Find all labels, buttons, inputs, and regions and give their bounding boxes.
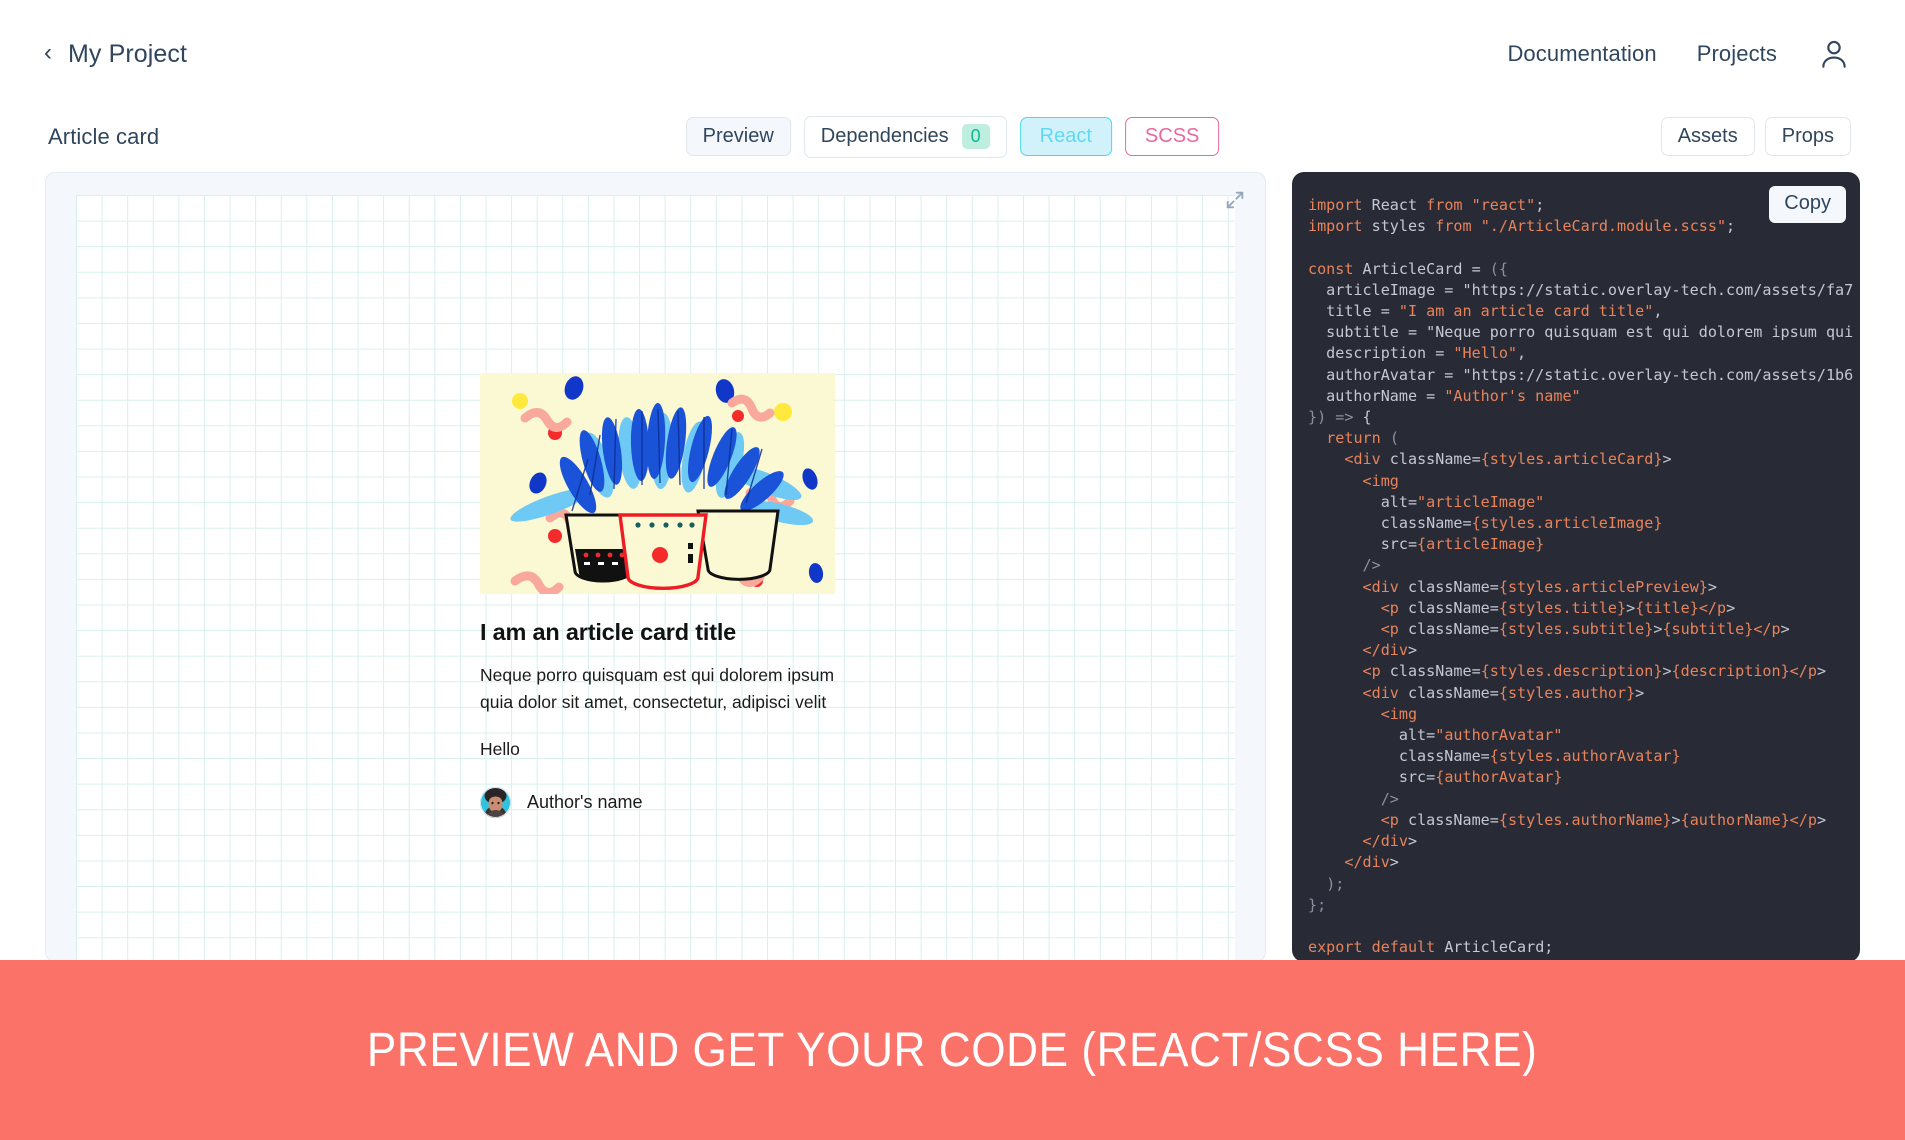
expand-arrows-icon[interactable]	[1224, 189, 1246, 211]
page-title: Article card	[48, 124, 159, 150]
article-card-subtitle: Neque porro quisquam est qui dolorem ips…	[480, 662, 835, 715]
component-toolbar: Article card Preview Dependencies 0 Reac…	[0, 108, 1905, 165]
dependencies-button[interactable]: Dependencies 0	[804, 116, 1007, 158]
article-card-component: I am an article card title Neque porro q…	[480, 373, 835, 818]
assets-button[interactable]: Assets	[1661, 117, 1755, 156]
article-card-author: Author's name	[480, 787, 835, 818]
article-image	[480, 373, 835, 594]
user-avatar-icon[interactable]	[1817, 37, 1851, 71]
author-name: Author's name	[527, 792, 643, 813]
copy-button[interactable]: Copy	[1769, 186, 1846, 223]
code-panel[interactable]: Copy import React from "react"; import s…	[1292, 172, 1860, 962]
tab-react[interactable]: React	[1020, 117, 1112, 156]
props-button[interactable]: Props	[1765, 117, 1851, 156]
top-navigation-bar: ‹ My Project Documentation Projects	[0, 0, 1905, 108]
dependencies-count-badge: 0	[962, 124, 990, 149]
project-title[interactable]: My Project	[68, 40, 187, 69]
preview-canvas-panel[interactable]: I am an article card title Neque porro q…	[45, 172, 1266, 962]
preview-button[interactable]: Preview	[686, 117, 791, 156]
chevron-left-icon[interactable]: ‹	[44, 41, 52, 68]
nav-links-group: Documentation Projects	[1507, 37, 1851, 71]
nav-link-documentation[interactable]: Documentation	[1507, 41, 1656, 67]
dependencies-label: Dependencies	[821, 125, 949, 147]
article-card-title: I am an article card title	[480, 619, 835, 646]
workspace: I am an article card title Neque porro q…	[45, 172, 1860, 962]
annotation-banner: PREVIEW AND GET YOUR CODE (REACT/SCSS HE…	[0, 960, 1905, 1140]
breadcrumb: ‹ My Project	[44, 40, 187, 69]
code-scroll-area[interactable]: import React from "react"; import styles…	[1292, 172, 1860, 962]
annotation-banner-text: PREVIEW AND GET YOUR CODE (REACT/SCSS HE…	[367, 1023, 1537, 1078]
nav-link-projects[interactable]: Projects	[1697, 41, 1777, 67]
tab-scss[interactable]: SCSS	[1125, 117, 1219, 156]
article-card-description: Hello	[480, 739, 835, 760]
inspector-tabs-group: Assets Props	[1661, 117, 1851, 156]
code-block: import React from "react"; import styles…	[1308, 195, 1860, 958]
author-avatar	[480, 787, 511, 818]
view-mode-group: Preview Dependencies 0 React SCSS	[686, 116, 1220, 158]
